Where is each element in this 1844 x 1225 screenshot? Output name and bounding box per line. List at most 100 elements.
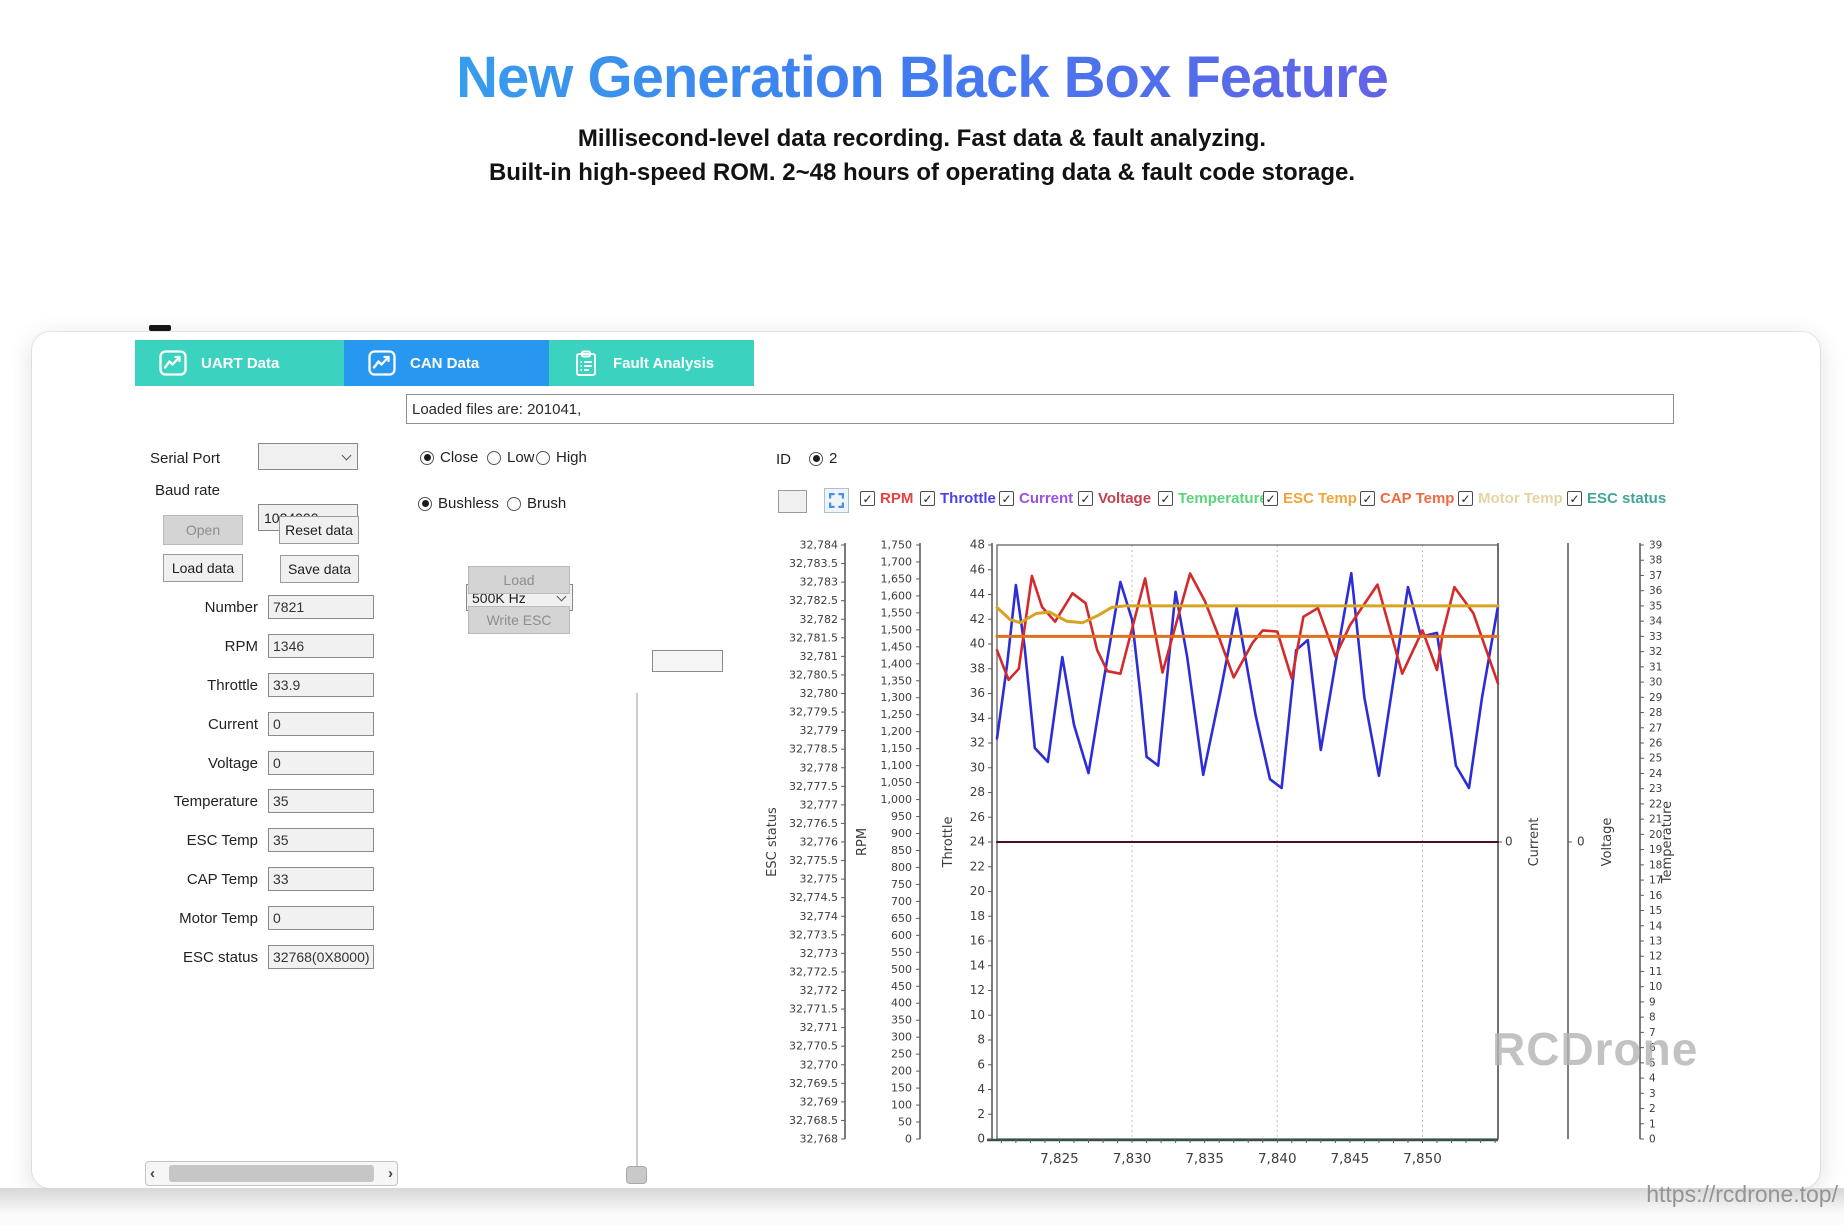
legend-temperature[interactable]: ✓ Temperature bbox=[1158, 490, 1268, 507]
legend-label: Temperature bbox=[1178, 490, 1268, 507]
axis-tick-label: 12 bbox=[1649, 951, 1662, 963]
radio-dot bbox=[536, 451, 550, 465]
vertical-slider-track[interactable] bbox=[636, 693, 638, 1171]
axis-tick-label: 32,783 bbox=[800, 576, 839, 589]
axis-tick-label: 32,769 bbox=[800, 1095, 839, 1108]
id-radio-2[interactable]: 2 bbox=[809, 450, 837, 467]
axis-tick-label: 32,782.5 bbox=[789, 594, 838, 607]
axis-tick-label: 32,768.5 bbox=[789, 1114, 838, 1127]
axis-tick-label: 4 bbox=[977, 1082, 985, 1096]
window-dash-decoration bbox=[149, 325, 171, 331]
axis-tick-label: 3 bbox=[1649, 1088, 1656, 1100]
radio-high[interactable]: High bbox=[536, 449, 587, 466]
radio-label: Close bbox=[440, 449, 478, 466]
axis-tick-label: 48 bbox=[970, 538, 985, 552]
open-button[interactable]: Open bbox=[163, 515, 243, 545]
axis-tick-label: 32,784 bbox=[800, 539, 839, 552]
checkbox-icon[interactable]: ✓ bbox=[1158, 491, 1173, 506]
checkbox-icon[interactable]: ✓ bbox=[1263, 491, 1278, 506]
axis-tick-label: 350 bbox=[891, 1014, 912, 1027]
clipboard-icon bbox=[573, 350, 599, 377]
serial-port-select[interactable] bbox=[258, 443, 358, 470]
telemetry-chart[interactable]: 32,78432,783.532,78332,782.532,78232,781… bbox=[745, 532, 1690, 1187]
field-input-temperature[interactable]: 35 bbox=[268, 789, 374, 813]
axis-tick-label: 32,775.5 bbox=[789, 854, 838, 867]
axis-tick-label: 32 bbox=[970, 736, 985, 750]
axis-tick-label: 32,781 bbox=[800, 650, 839, 663]
legend-esc-status[interactable]: ✓ESC status bbox=[1567, 490, 1666, 507]
reset-data-button[interactable]: Reset data bbox=[279, 516, 359, 544]
chart-line-icon bbox=[159, 350, 187, 376]
load-data-button[interactable]: Load data bbox=[163, 554, 243, 582]
x-tick-label: 7,825 bbox=[1040, 1151, 1079, 1167]
axis-tick-label: 10 bbox=[1649, 981, 1662, 993]
legend-rpm[interactable]: ✓RPM bbox=[860, 490, 913, 507]
checkbox-icon[interactable]: ✓ bbox=[920, 491, 935, 506]
page-root: New Generation Black Box Feature Millise… bbox=[0, 0, 1844, 1225]
write-esc-button[interactable]: Write ESC bbox=[468, 606, 570, 634]
axis-tick-label: 50 bbox=[898, 1116, 912, 1129]
axis-tick-label: 1,450 bbox=[881, 640, 913, 653]
legend-current[interactable]: ✓ Current bbox=[999, 490, 1073, 507]
radio-low[interactable]: Low bbox=[487, 449, 535, 466]
checkbox-icon[interactable]: ✓ bbox=[1458, 491, 1473, 506]
radio-brush[interactable]: Brush bbox=[507, 495, 566, 512]
axis-tick-label: 8 bbox=[977, 1033, 985, 1047]
legend-cap-temp[interactable]: ✓CAP Temp bbox=[1360, 490, 1454, 507]
legend-label: Voltage bbox=[1098, 490, 1151, 507]
field-input-rpm[interactable]: 1346 bbox=[268, 634, 374, 658]
axis-tick-label: 550 bbox=[891, 946, 912, 959]
field-input-current[interactable]: 0 bbox=[268, 712, 374, 736]
loaded-files-textbox[interactable]: Loaded files are: 201041, bbox=[406, 394, 1674, 424]
tab-uart-data[interactable]: UART Data bbox=[135, 340, 344, 386]
field-input-esc-temp[interactable]: 35 bbox=[268, 828, 374, 852]
axis-tick-label: 30 bbox=[970, 760, 985, 774]
axis-tick-label: 1,250 bbox=[881, 708, 913, 721]
axis-tick-label: 27 bbox=[1649, 722, 1662, 734]
axis-tick-label: 2 bbox=[1649, 1103, 1656, 1115]
axis-tick-label: 32,778 bbox=[800, 761, 839, 774]
blank-toggle-box[interactable] bbox=[778, 490, 807, 513]
legend-voltage[interactable]: ✓ Voltage bbox=[1078, 490, 1151, 507]
field-input-motor-temp[interactable]: 0 bbox=[268, 906, 374, 930]
field-input-number[interactable]: 7821 bbox=[268, 595, 374, 619]
axis-tick-label: 38 bbox=[1649, 555, 1662, 567]
field-input-cap-temp[interactable]: 33 bbox=[268, 867, 374, 891]
field-input-esc-status[interactable]: 32768(0X8000) bbox=[268, 945, 374, 969]
save-data-button[interactable]: Save data bbox=[280, 555, 359, 583]
axis-tick-label: 500 bbox=[891, 963, 912, 976]
axis-tick-label: 0 bbox=[905, 1133, 912, 1146]
axis-tick-label: 22 bbox=[970, 859, 985, 873]
radio-close[interactable]: Close bbox=[420, 449, 478, 466]
field-input-throttle[interactable]: 33.9 bbox=[268, 673, 374, 697]
legend-label: Current bbox=[1019, 490, 1073, 507]
mini-input[interactable] bbox=[652, 650, 723, 672]
axis-tick-label: 32,773.5 bbox=[789, 928, 838, 941]
axis-tick-label: 32,773 bbox=[800, 947, 839, 960]
legend-esc-temp[interactable]: ✓ESC Temp bbox=[1263, 490, 1357, 507]
radio-bushless[interactable]: Bushless bbox=[418, 495, 499, 512]
axis-tick-label: 300 bbox=[891, 1031, 912, 1044]
tab-fault-analysis[interactable]: Fault Analysis bbox=[549, 340, 754, 386]
axis-tick-label: 30 bbox=[1649, 677, 1662, 689]
checkbox-icon[interactable]: ✓ bbox=[860, 491, 875, 506]
scroll-left-icon[interactable]: ‹ bbox=[150, 1166, 155, 1181]
legend-throttle[interactable]: ✓Throttle bbox=[920, 490, 996, 507]
checkbox-icon[interactable]: ✓ bbox=[1360, 491, 1375, 506]
scrollbar-thumb[interactable] bbox=[169, 1165, 374, 1182]
scroll-right-icon[interactable]: › bbox=[388, 1166, 393, 1181]
axis-tick-label: 24 bbox=[1649, 768, 1663, 780]
horizontal-scrollbar[interactable]: ‹ › bbox=[145, 1161, 398, 1186]
tab-can-data[interactable]: CAN Data bbox=[344, 340, 549, 386]
load-button[interactable]: Load bbox=[468, 566, 570, 594]
fullscreen-button[interactable] bbox=[824, 488, 849, 513]
legend-motor-temp[interactable]: ✓Motor Temp bbox=[1458, 490, 1563, 507]
checkbox-icon[interactable]: ✓ bbox=[999, 491, 1014, 506]
vertical-slider-thumb[interactable] bbox=[626, 1166, 647, 1184]
checkbox-icon[interactable]: ✓ bbox=[1078, 491, 1093, 506]
axis-tick-label: 32,774 bbox=[800, 910, 839, 923]
checkbox-icon[interactable]: ✓ bbox=[1567, 491, 1582, 506]
axis-tick-label: 33 bbox=[1649, 631, 1662, 643]
serial-port-label: Serial Port bbox=[120, 450, 220, 467]
field-input-voltage[interactable]: 0 bbox=[268, 751, 374, 775]
